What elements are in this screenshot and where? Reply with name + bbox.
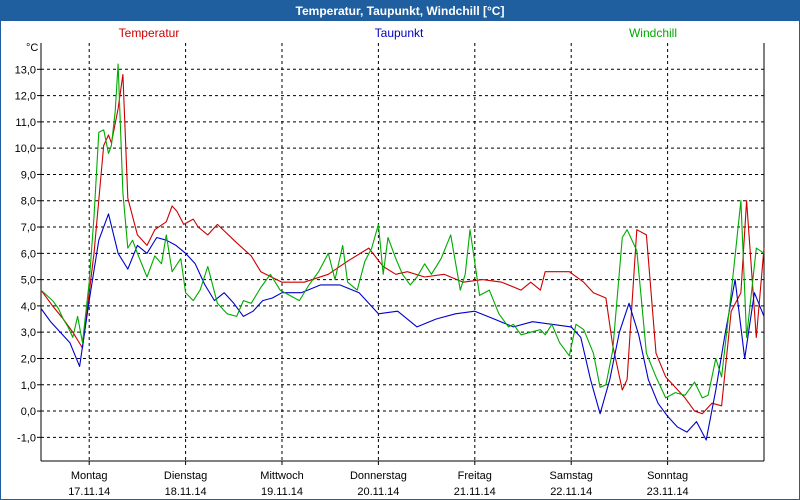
line-chart: -1,0 0,0 1,0 2,0 3,0 4,0 5,0 6,0 7,0 8,0 9,0 10,0 11…: [15, 26, 765, 498]
legend-entry: Windchill: [629, 26, 677, 40]
y-tick-label: 10,0: [15, 143, 36, 155]
x-tick-day: Samstag: [549, 470, 592, 482]
y-tick-label: 7,0: [21, 222, 36, 234]
x-tick-date: 19.11.14: [261, 486, 303, 498]
x-tick-day: Montag: [71, 470, 108, 482]
x-tick-date: 20.11.14: [357, 486, 399, 498]
x-tick-date: 23.11.14: [647, 486, 689, 498]
x-tick-day: Mittwoch: [260, 470, 303, 482]
y-tick-label: 11,0: [15, 117, 36, 129]
y-tick-label: 4,0: [21, 301, 36, 313]
y-tick-label: 8,0: [21, 196, 36, 208]
y-tick-label: 13,0: [15, 64, 36, 76]
y-tick-label: 0,0: [21, 406, 36, 418]
y-tick-label: 2,0: [21, 353, 36, 365]
x-tick-day: Dienstag: [164, 470, 207, 482]
y-tick-label: -1,0: [17, 432, 36, 444]
y-axis-label: °C: [26, 42, 38, 54]
x-tick-day: Freitag: [458, 470, 492, 482]
y-tick-label: 12,0: [15, 91, 36, 103]
chart-window: Temperatur, Taupunkt, Windchill [°C] -1,…: [0, 0, 800, 500]
y-tick-label: 5,0: [21, 275, 36, 287]
x-tick-day: Sonntag: [647, 470, 688, 482]
y-tick-label: 3,0: [21, 327, 36, 339]
y-tick-label: 1,0: [21, 380, 36, 392]
legend-entry: Taupunkt: [375, 26, 424, 40]
y-tick-label: 9,0: [21, 169, 36, 181]
x-tick-date: 18.11.14: [165, 486, 207, 498]
x-tick-date: 22.11.14: [550, 486, 592, 498]
x-tick-date: 17.11.14: [68, 486, 110, 498]
y-tick-label: 6,0: [21, 248, 36, 260]
x-tick-date: 21.11.14: [454, 486, 496, 498]
legend-entry: Temperatur: [119, 26, 180, 40]
x-tick-day: Donnerstag: [350, 470, 407, 482]
